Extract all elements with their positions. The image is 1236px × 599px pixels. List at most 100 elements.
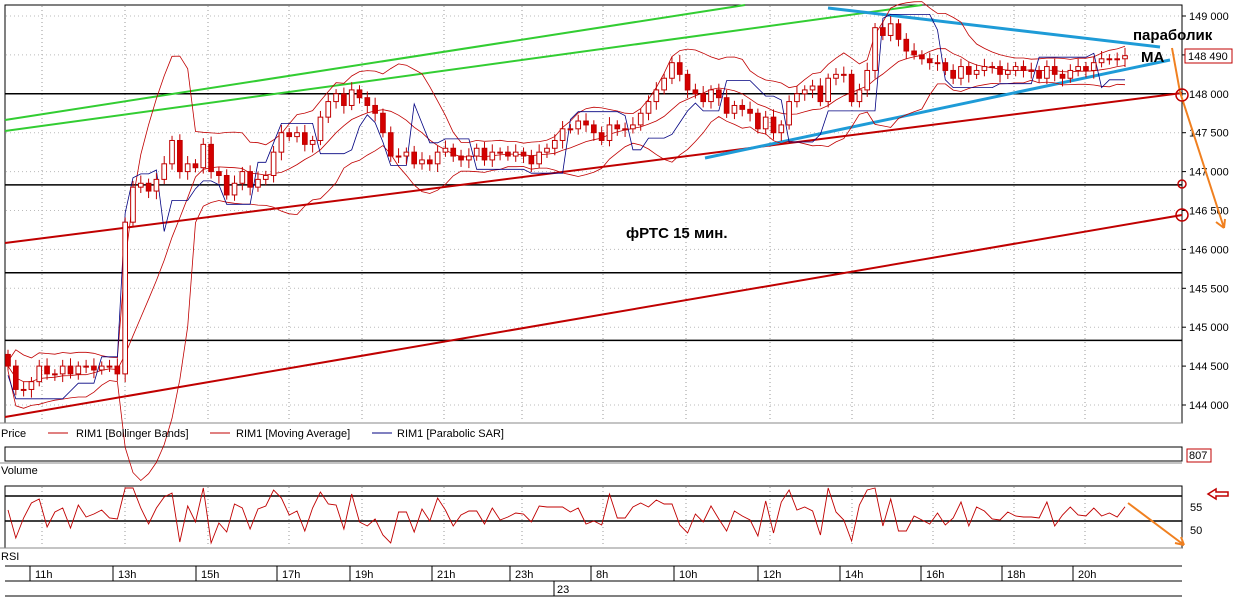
candle-body-81 <box>637 112 644 126</box>
candle-body-48 <box>380 112 386 134</box>
price-tick-label-10: 144 000 <box>1189 400 1229 412</box>
candle-body-73 <box>575 120 582 130</box>
candle-body-59 <box>466 155 472 161</box>
candle-body-131 <box>1028 69 1035 72</box>
candle-body-104 <box>817 85 824 103</box>
candle-body-27 <box>216 171 222 176</box>
candle-body-69 <box>544 147 550 153</box>
candle-body-24 <box>192 163 199 169</box>
price-tick-label-2: 148 000 <box>1189 89 1229 101</box>
candle-body-0 <box>5 353 11 367</box>
candle-body-137 <box>1075 66 1081 71</box>
candle-body-110 <box>864 69 871 91</box>
candle-body-39 <box>309 139 316 145</box>
price-tick-label-7: 145 500 <box>1189 283 1229 295</box>
candle-body-128 <box>1005 69 1011 75</box>
price-tick-label-9: 144 500 <box>1189 361 1229 373</box>
candle-body-50 <box>395 155 402 158</box>
candle-body-22 <box>177 139 183 173</box>
candle-body-70 <box>551 139 558 149</box>
ma-annotation: МА <box>1141 49 1164 66</box>
candle-body-1 <box>12 365 19 390</box>
time-label-1: 13h <box>118 569 136 581</box>
candle-body-14 <box>114 365 121 375</box>
candle-body-65 <box>512 151 519 157</box>
candle-body-60 <box>473 147 480 157</box>
candle-body-109 <box>856 89 863 103</box>
candle-body-135 <box>1059 73 1066 79</box>
time-label-2: 15h <box>201 569 219 581</box>
volume-panel-frame <box>4 446 1183 462</box>
candle-body-66 <box>520 151 527 157</box>
time-label-6: 23h <box>515 569 533 581</box>
candle-body-77 <box>606 124 613 141</box>
candle-body-86 <box>676 62 683 75</box>
candle-body-75 <box>591 124 597 134</box>
candle-body-68 <box>536 151 542 165</box>
candle-body-58 <box>458 155 464 161</box>
candle-body-100 <box>786 101 792 126</box>
candle-body-32 <box>255 178 261 188</box>
candle-body-31 <box>247 171 253 188</box>
candle-body-102 <box>801 89 808 95</box>
candle-body-40 <box>317 116 324 141</box>
candle-body-115 <box>903 38 910 52</box>
candle-body-16 <box>130 186 136 223</box>
candle-body-124 <box>973 69 980 75</box>
time-label-13: 20h <box>1078 569 1096 581</box>
candle-body-91 <box>715 89 722 99</box>
candle-body-143 <box>1122 55 1128 60</box>
time-label-5: 21h <box>437 569 455 581</box>
candle-body-52 <box>411 151 418 165</box>
candle-body-71 <box>559 128 566 141</box>
candle-body-23 <box>184 163 191 173</box>
candle-body-105 <box>825 77 832 103</box>
candle-body-13 <box>106 365 113 368</box>
candle-body-56 <box>442 147 449 153</box>
candle-body-130 <box>1020 66 1027 71</box>
candle-body-96 <box>755 112 761 130</box>
price-tick-label-8: 145 000 <box>1189 322 1229 334</box>
candle-body-67 <box>528 155 535 165</box>
candle-body-87 <box>684 73 691 91</box>
candle-body-83 <box>653 89 660 103</box>
instrument-annotation: фРТС 15 мин. <box>626 225 728 242</box>
legend-moving-average: RIM1 [Moving Average] <box>236 428 350 440</box>
candle-body-47 <box>372 104 378 114</box>
price-tick-label-4: 147 000 <box>1189 167 1229 179</box>
time-label-0: 11h <box>35 569 53 581</box>
time-label-3: 17h <box>282 569 300 581</box>
candle-body-12 <box>98 365 105 371</box>
time-label-9: 12h <box>763 569 781 581</box>
candle-body-121 <box>950 69 956 79</box>
candle-body-139 <box>1090 62 1097 71</box>
candle-body-123 <box>965 66 972 75</box>
candle-body-10 <box>83 365 89 368</box>
candle-body-19 <box>153 178 160 192</box>
candle-body-90 <box>708 89 714 103</box>
candle-body-49 <box>387 132 394 157</box>
candle-body-97 <box>762 116 769 130</box>
candle-body-42 <box>333 93 339 103</box>
candle-body-43 <box>341 93 347 106</box>
candle-body-136 <box>1067 69 1074 79</box>
candle-body-17 <box>137 182 144 188</box>
candle-body-78 <box>614 124 621 130</box>
candle-body-116 <box>911 50 917 56</box>
candle-body-55 <box>434 151 441 165</box>
candle-body-6 <box>52 373 58 376</box>
candle-body-15 <box>122 221 128 375</box>
candle-body-92 <box>723 97 730 114</box>
candle-body-142 <box>1114 58 1121 61</box>
candle-body-114 <box>895 23 902 40</box>
candle-body-111 <box>872 27 878 71</box>
candle-body-79 <box>622 128 628 131</box>
candle-body-140 <box>1098 58 1105 64</box>
candle-body-112 <box>880 27 886 36</box>
candle-body-89 <box>700 93 707 103</box>
candle-body-98 <box>770 116 777 134</box>
candle-body-38 <box>301 132 308 145</box>
candle-body-18 <box>145 182 152 192</box>
candle-body-45 <box>356 89 363 99</box>
candle-body-46 <box>364 97 371 106</box>
